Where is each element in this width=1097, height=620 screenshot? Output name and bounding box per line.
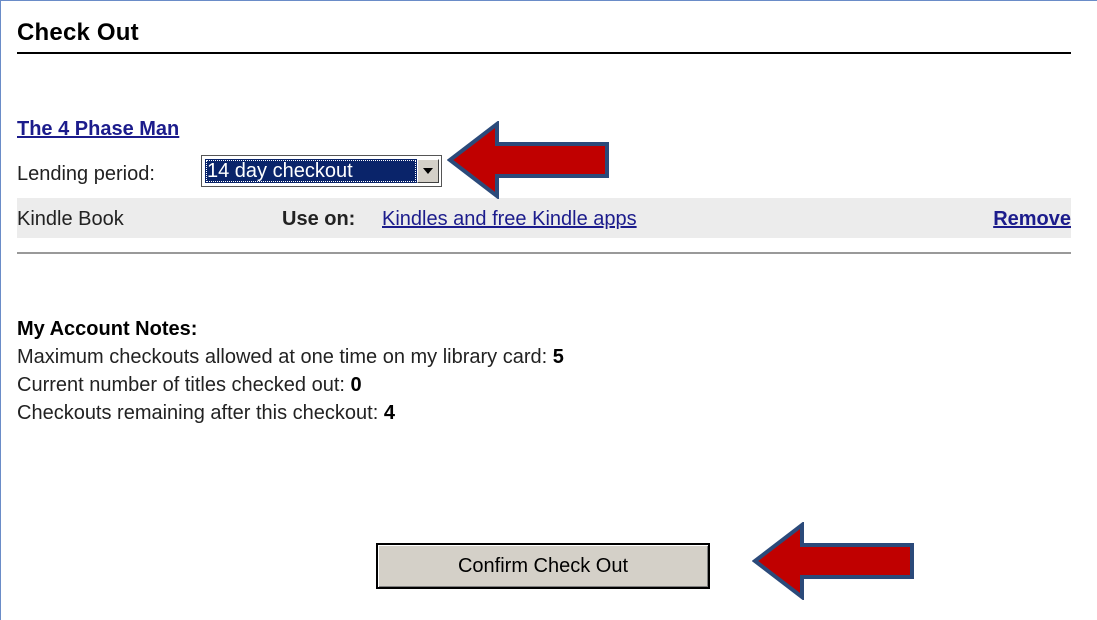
- left-arrow-icon: [447, 121, 609, 199]
- account-notes: My Account Notes: Maximum checkouts allo…: [17, 315, 564, 427]
- lending-period-label: Lending period:: [17, 163, 155, 185]
- format-label: Kindle Book: [17, 208, 124, 230]
- arrow-shape: [447, 121, 609, 199]
- note-line-max-checkouts: Maximum checkouts allowed at one time on…: [17, 343, 564, 371]
- account-notes-heading: My Account Notes:: [17, 318, 198, 340]
- note-label: Checkouts remaining after this checkout:: [17, 402, 379, 424]
- note-label: Current number of titles checked out:: [17, 374, 345, 396]
- note-label: Maximum checkouts allowed at one time on…: [17, 346, 548, 368]
- use-on-link[interactable]: Kindles and free Kindle apps: [382, 208, 637, 231]
- book-title-link[interactable]: The 4 Phase Man: [17, 118, 179, 141]
- note-value: 0: [350, 374, 362, 396]
- arrow-shape: [752, 522, 914, 600]
- note-value: 5: [552, 346, 564, 368]
- note-line-current-checkouts: Current number of titles checked out: 0: [17, 371, 564, 399]
- note-line-remaining-checkouts: Checkouts remaining after this checkout:…: [17, 399, 564, 427]
- frame-left-border: [0, 0, 1, 620]
- title-divider: [17, 52, 1071, 54]
- remove-link[interactable]: Remove: [993, 208, 1071, 231]
- section-divider: [17, 252, 1071, 254]
- chevron-down-icon[interactable]: [417, 159, 439, 183]
- format-row: Kindle Book Use on: Kindles and free Kin…: [17, 198, 1071, 238]
- lending-period-selected-value: 14 day checkout: [205, 159, 417, 183]
- note-value: 4: [383, 402, 395, 424]
- use-on-label: Use on:: [282, 208, 356, 230]
- frame-top-border: [0, 0, 1097, 1]
- lending-period-select[interactable]: 14 day checkout: [201, 155, 442, 187]
- page-title: Check Out: [17, 19, 139, 46]
- confirm-checkout-button[interactable]: Confirm Check Out: [376, 543, 710, 589]
- left-arrow-icon: [752, 522, 914, 600]
